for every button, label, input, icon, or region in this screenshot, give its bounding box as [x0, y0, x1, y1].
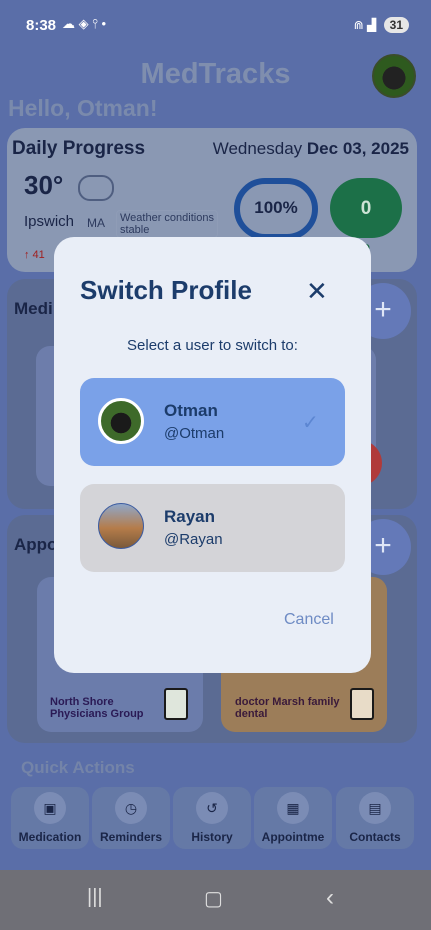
recents-icon[interactable]: ||| — [87, 886, 103, 909]
greeting: Hello, Otman! — [8, 95, 158, 121]
user-name: Rayan — [164, 507, 216, 526]
cloud-icon — [78, 175, 114, 201]
contact-card-icon: ▤ — [359, 792, 391, 824]
user-name: Otman — [164, 401, 218, 420]
app-title: MedTracks — [140, 58, 291, 90]
appointment-clipboard-icon — [350, 688, 374, 720]
appointment-clipboard-icon — [164, 688, 188, 720]
quick-action-contacts[interactable]: ▤ Contacts — [336, 787, 414, 849]
dialog-subtitle: Select a user to switch to: — [127, 337, 298, 354]
quick-action-label: Reminders — [99, 830, 163, 844]
profile-avatar[interactable] — [372, 54, 416, 98]
status-time: 8:38 — [26, 17, 57, 34]
history-icon: ↺ — [196, 792, 228, 824]
battery-icon: 31 — [383, 17, 409, 33]
city: Ipswich — [24, 213, 75, 230]
temperature: 30° — [24, 170, 64, 200]
user-handle: @Otman — [164, 425, 225, 442]
status-icons-right: ⋒ ▟ 31 — [354, 17, 409, 33]
status-bar: 8:38 ☁ ◈ ⫯ • ⋒ ▟ 31 — [0, 0, 431, 50]
progress-date: Wednesday Dec 03, 2025 — [213, 139, 409, 159]
quick-actions-label: Quick Actions — [21, 758, 135, 777]
quick-action-label: Contacts — [349, 830, 401, 844]
status-icons-left: ☁ ◈ ⫯ • — [62, 16, 107, 31]
home-icon[interactable]: ▢ — [204, 886, 223, 911]
quick-action-medication[interactable]: ▣ Medication — [11, 787, 89, 849]
cancel-button[interactable]: Cancel — [284, 611, 334, 629]
appointments-section-label: Appo — [14, 535, 58, 554]
high-temp: ↑ 41 — [24, 249, 45, 261]
user-handle: @Rayan — [164, 531, 223, 548]
medications-section-label: Medi — [14, 299, 53, 318]
progress-percent: 100% — [254, 198, 298, 217]
quick-action-reminders[interactable]: ◷ Reminders — [92, 787, 170, 849]
quick-action-label: History — [191, 830, 233, 844]
check-icon: ✓ — [302, 412, 319, 434]
back-icon[interactable]: ‹ — [326, 884, 334, 912]
missed-count: 0 — [360, 198, 372, 219]
state: MA — [87, 216, 105, 230]
calendar-icon: ▦ — [277, 792, 309, 824]
quick-action-appointments[interactable]: ▦ Appointme — [254, 787, 332, 849]
signal-icon: ⋒ ▟ — [353, 18, 377, 32]
pill-box-icon: ▣ — [34, 792, 66, 824]
weather-note: Weather conditions stable — [116, 210, 218, 238]
quick-action-label: Medication — [18, 830, 82, 844]
close-icon[interactable]: ✕ — [306, 276, 328, 307]
user-avatar — [98, 398, 144, 444]
system-nav-bar: ||| ▢ ‹ — [0, 870, 431, 930]
progress-date-value: Dec 03, 2025 — [306, 139, 409, 158]
appointment-place: doctor Marsh family dental — [235, 696, 340, 720]
daily-progress-title: Daily Progress — [12, 138, 146, 159]
alarm-clock-icon: ◷ — [115, 792, 147, 824]
quick-action-history[interactable]: ↺ History — [173, 787, 251, 849]
progress-weekday: Wednesday — [212, 139, 303, 158]
appointment-place: North Shore Physicians Group — [50, 696, 144, 720]
user-avatar — [98, 503, 144, 549]
quick-action-label: Appointme — [261, 830, 325, 844]
dialog-title: Switch Profile — [80, 275, 252, 305]
